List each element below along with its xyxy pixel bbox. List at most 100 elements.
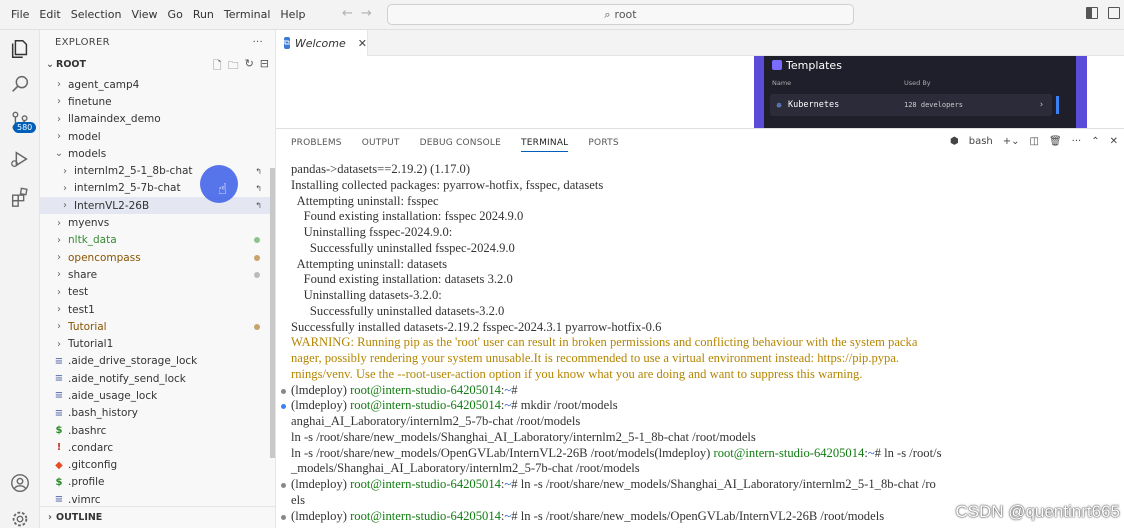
symlink-icon: ↰ xyxy=(255,183,262,193)
search-activity-icon[interactable] xyxy=(9,73,31,95)
menu-edit[interactable]: Edit xyxy=(34,8,65,21)
menu-file[interactable]: File xyxy=(6,8,34,21)
file-file-icon: ≡ xyxy=(54,407,64,419)
command-decoration-icon[interactable] xyxy=(281,483,286,488)
close-icon[interactable]: ✕ xyxy=(358,37,367,50)
terminal-text: Uninstalling datasets-3.2.0: xyxy=(291,288,442,302)
settings-gear-icon[interactable] xyxy=(9,508,31,528)
chevron-right-icon: › xyxy=(57,131,61,143)
tree-item-label: .bashrc xyxy=(68,424,107,437)
terminal-text: Found existing installation: datasets 3.… xyxy=(291,272,513,287)
extensions-icon[interactable] xyxy=(9,186,31,208)
panel-tab-terminal[interactable]: TERMINAL xyxy=(521,138,569,152)
terminal-text: (lmdeploy) xyxy=(291,508,351,523)
tree-folder[interactable]: › model xyxy=(40,128,272,145)
command-center-search[interactable]: ⌕ root xyxy=(387,4,854,25)
forward-arrow-icon[interactable]: → xyxy=(361,6,380,21)
terminal-text: root@intern-studio-64205014 xyxy=(350,477,501,491)
terminal-text: Found existing installation: fsspec 2024… xyxy=(291,209,524,224)
tree-folder[interactable]: › InternVL2-26B ↰ xyxy=(40,197,272,215)
template-kubernetes[interactable]: ✵ Kubernetes 128 developers › xyxy=(770,94,1052,116)
templates-inner: Templates Name Used By ✵ Kubernetes 128 d… xyxy=(764,56,1076,128)
tree-file[interactable]: ≡ .aide_drive_storage_lock xyxy=(40,353,272,370)
command-decoration-icon[interactable] xyxy=(281,404,286,410)
panel-tab-output[interactable]: OUTPUT xyxy=(362,138,400,148)
explorer-more-actions[interactable]: ··· xyxy=(253,37,263,48)
outline-label: OUTLINE xyxy=(56,512,103,523)
tree-folder[interactable]: › share xyxy=(40,266,272,283)
terminal-output[interactable]: pandas->datasets==2.19.2) (1.17.0) Instal… xyxy=(276,162,1124,524)
back-arrow-icon[interactable]: ← xyxy=(342,6,361,21)
menu-go[interactable]: Go xyxy=(163,8,188,21)
symlink-icon: ↰ xyxy=(255,201,262,211)
tab-welcome[interactable]: ⧉ Welcome ✕ xyxy=(276,30,368,56)
terminal-text: Uninstalling fsspec-2024.9.0: xyxy=(291,225,453,239)
tree-folder[interactable]: › opencompass xyxy=(40,249,272,266)
close-panel-icon[interactable]: ✕ xyxy=(1110,136,1118,147)
tree-item-label: .bash_history xyxy=(68,407,138,420)
command-decoration-icon[interactable] xyxy=(281,388,286,394)
tree-folder[interactable]: › llamaindex_demo xyxy=(40,111,272,128)
templates-header: Name Used By xyxy=(772,79,1062,87)
git-status-dot xyxy=(254,271,260,278)
tree-file[interactable]: ! .condarc xyxy=(40,439,272,456)
tree-item-label: model xyxy=(68,130,101,143)
sidebar-scrollbar[interactable] xyxy=(270,168,275,458)
outline-section[interactable]: › OUTLINE xyxy=(40,506,276,528)
terminal-text: (lmdeploy) xyxy=(291,398,351,413)
explorer-icon[interactable] xyxy=(9,38,31,60)
tree-folder[interactable]: › agent_camp4 xyxy=(40,76,272,93)
new-folder-icon[interactable]: 🗀 xyxy=(228,57,239,76)
tree-folder[interactable]: ⌄ models xyxy=(40,145,272,162)
tree-folder[interactable]: › Tutorial1 xyxy=(40,335,272,352)
tree-item-label: .aide_usage_lock xyxy=(68,389,158,402)
tree-file[interactable]: $ .bashrc xyxy=(40,422,272,439)
menu-terminal[interactable]: Terminal xyxy=(219,8,276,21)
run-debug-icon[interactable] xyxy=(9,148,31,170)
terminal-shell-name[interactable]: bash xyxy=(969,136,993,147)
collapse-all-icon[interactable]: ⊟ xyxy=(260,57,269,76)
tree-file[interactable]: ≡ .aide_usage_lock xyxy=(40,387,272,404)
terminal-text: nager, possibly rendering your system un… xyxy=(291,351,900,365)
more-actions-icon[interactable]: ··· xyxy=(1072,136,1082,147)
tree-folder[interactable]: › myenvs xyxy=(40,214,272,231)
new-file-icon[interactable]: 🗋 xyxy=(213,57,222,76)
chevron-right-icon: › xyxy=(57,96,61,108)
tree-file[interactable]: ≡ .aide_notify_send_lock xyxy=(40,370,272,387)
tree-folder[interactable]: › finetune xyxy=(40,93,272,110)
panel-tab-ports[interactable]: PORTS xyxy=(588,138,618,148)
command-decoration-icon[interactable] xyxy=(281,514,286,520)
toggle-sidebar-icon[interactable] xyxy=(1086,7,1098,19)
tree-folder[interactable]: › Tutorial xyxy=(40,318,272,335)
panel-tab-problems[interactable]: PROBLEMS xyxy=(291,138,342,148)
maximize-panel-icon[interactable]: ⌃ xyxy=(1091,136,1099,147)
terminal-line: pandas->datasets==2.19.2) (1.17.0) xyxy=(276,162,1124,178)
tree-folder[interactable]: › internlm2_5-1_8b-chat ↰ xyxy=(40,162,272,179)
tree-folder[interactable]: › nltk_data xyxy=(40,232,272,249)
terminal-text: (lmdeploy) xyxy=(291,477,351,491)
account-icon[interactable] xyxy=(9,472,31,494)
terminal-text: root@intern-studio-64205014 xyxy=(350,382,501,397)
menu-view[interactable]: View xyxy=(126,8,162,21)
tree-folder[interactable]: › test1 xyxy=(40,301,272,318)
root-folder-header[interactable]: ⌄ ROOT 🗋 🗀 ↻ ⊟ xyxy=(40,54,275,74)
new-terminal-icon[interactable]: +⌄ xyxy=(1003,136,1020,147)
split-terminal-icon[interactable]: ◫ xyxy=(1030,136,1039,147)
tree-file[interactable]: ≡ .bash_history xyxy=(40,405,272,422)
kill-terminal-icon[interactable]: 🗑 xyxy=(1049,136,1062,147)
panel-tab-debug-console[interactable]: DEBUG CONSOLE xyxy=(420,138,501,148)
tree-file[interactable]: ◆ .gitconfig xyxy=(40,457,272,474)
tree-folder[interactable]: › test xyxy=(40,284,272,301)
toggle-panel-icon[interactable] xyxy=(1108,7,1120,19)
refresh-icon[interactable]: ↻ xyxy=(245,57,254,76)
menu-selection[interactable]: Selection xyxy=(66,8,127,21)
menu-help[interactable]: Help xyxy=(275,8,310,21)
templates-title: Templates xyxy=(772,59,842,72)
shell-file-icon: $ xyxy=(55,425,63,437)
tree-item-label: agent_camp4 xyxy=(68,78,140,91)
menu-run[interactable]: Run xyxy=(188,8,219,21)
tree-file[interactable]: $ .profile xyxy=(40,474,272,491)
terminal-line: nager, possibly rendering your system un… xyxy=(276,351,1124,367)
chevron-down-icon: ⌄ xyxy=(46,58,54,70)
col-name: Name xyxy=(772,79,792,87)
